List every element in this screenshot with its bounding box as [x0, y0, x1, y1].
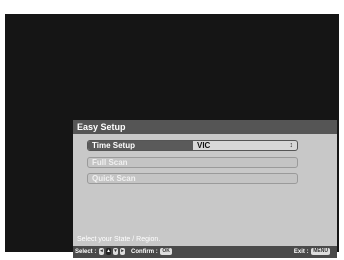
menu-item-quick-scan[interactable]: Quick Scan [87, 173, 298, 184]
dialog-title: Easy Setup [73, 120, 337, 134]
hint-text: Select your State / Region. [77, 236, 161, 243]
up-down-arrow-key-icon: ▴ [106, 247, 112, 255]
dialog-footer: Select : ◂ ▴ ▾ ▸ Confirm : OK Exit : MENU [73, 246, 337, 258]
select-label: Select : [75, 249, 97, 255]
time-setup-value: VIC [197, 141, 211, 150]
exit-label: Exit : [293, 249, 309, 255]
screen: Easy Setup Time Setup VIC ↕ Full Scan Qu… [0, 0, 344, 260]
left-arrow-key-icon: ◂ [99, 247, 105, 255]
tv-display: Easy Setup Time Setup VIC ↕ Full Scan Qu… [5, 14, 339, 258]
easy-setup-dialog: Easy Setup Time Setup VIC ↕ Full Scan Qu… [73, 120, 337, 260]
footer-right: Exit : MENU [294, 246, 331, 258]
confirm-label: Confirm : [131, 249, 158, 255]
ok-key-icon: OK [160, 247, 172, 255]
dialog-body: Time Setup VIC ↕ Full Scan Quick Scan Se… [73, 134, 337, 246]
menu-key-icon: MENU [311, 247, 330, 255]
menu-item-full-scan[interactable]: Full Scan [87, 157, 298, 168]
full-scan-label: Full Scan [92, 158, 128, 167]
quick-scan-label: Quick Scan [92, 174, 136, 183]
menu-item-time-setup[interactable]: Time Setup VIC ↕ [87, 140, 298, 151]
time-setup-label: Time Setup [92, 141, 135, 150]
footer-left: Select : ◂ ▴ ▾ ▸ Confirm : OK [75, 246, 173, 258]
right-arrow-key-icon: ▸ [120, 247, 126, 255]
down-arrow-key-icon: ▾ [113, 247, 119, 255]
up-down-arrows-icon: ↕ [289, 142, 294, 149]
